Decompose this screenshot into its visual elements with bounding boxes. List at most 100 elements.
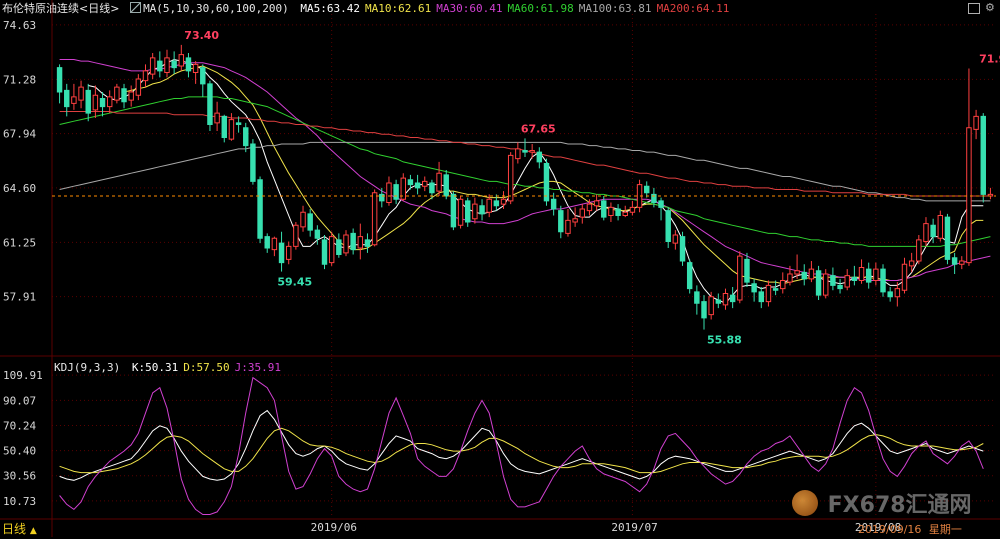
candle-body bbox=[658, 200, 664, 208]
price-annotation: 59.45 bbox=[277, 276, 312, 289]
candle-body bbox=[973, 115, 979, 130]
ma-line-ma5 bbox=[88, 58, 984, 304]
candle-body bbox=[772, 288, 779, 291]
month-tick-label: 2019/07 bbox=[611, 521, 657, 534]
candle-body bbox=[543, 163, 550, 202]
candle-body bbox=[536, 151, 543, 163]
candle-body bbox=[579, 208, 586, 218]
candle-body bbox=[149, 57, 156, 75]
watermark-logo-icon bbox=[792, 490, 818, 516]
kdj-tick-label: 90.07 bbox=[3, 394, 36, 407]
candle-body bbox=[422, 180, 428, 187]
candle-body bbox=[851, 276, 858, 281]
period-button-label: 日线 bbox=[2, 522, 27, 536]
candle-body bbox=[873, 268, 879, 281]
period-button[interactable]: 日线 ▲ bbox=[0, 521, 37, 537]
kdj-tick-label: 109.91 bbox=[3, 369, 43, 382]
candle-body bbox=[221, 115, 227, 138]
candle-body bbox=[128, 91, 134, 101]
candle-body bbox=[808, 268, 815, 280]
footer-weekday: 星期一 bbox=[928, 523, 962, 536]
candle-body bbox=[264, 236, 270, 249]
candle-body bbox=[214, 112, 220, 124]
candle-body bbox=[751, 283, 757, 293]
candle-body bbox=[758, 291, 765, 303]
candle-body bbox=[629, 206, 636, 213]
candle-body bbox=[472, 203, 478, 220]
candle-body bbox=[436, 172, 442, 192]
candle-body bbox=[901, 263, 908, 291]
candle-body bbox=[228, 119, 235, 140]
candle-body bbox=[801, 271, 807, 280]
candle-body bbox=[930, 224, 936, 238]
candle-body bbox=[157, 60, 163, 72]
candle-body bbox=[522, 150, 528, 153]
candle-body bbox=[207, 83, 213, 125]
candle-body bbox=[371, 192, 378, 246]
candle-body bbox=[135, 78, 142, 96]
kdj-tick-label: 50.40 bbox=[3, 445, 36, 458]
candle-body bbox=[99, 98, 106, 108]
candle-body bbox=[106, 96, 113, 108]
candle-body bbox=[486, 198, 492, 213]
price-annotation: 71.95 bbox=[979, 52, 1000, 65]
price-tick-label: 67.94 bbox=[3, 128, 36, 141]
candle-body bbox=[837, 284, 843, 290]
candle-body bbox=[729, 294, 736, 303]
candle-body bbox=[880, 268, 886, 293]
candle-body bbox=[701, 301, 707, 319]
kdj-tick-label: 70.24 bbox=[3, 419, 36, 432]
candle-body bbox=[192, 63, 199, 73]
candle-body bbox=[708, 296, 714, 316]
candle-body bbox=[271, 237, 278, 251]
candle-body bbox=[916, 239, 922, 262]
candle-body bbox=[321, 239, 328, 265]
candle-body bbox=[464, 200, 471, 223]
candle-body bbox=[858, 267, 865, 281]
candle-body bbox=[257, 179, 263, 239]
candle-body bbox=[293, 224, 299, 247]
candle-body bbox=[722, 293, 729, 306]
kdj-tick-label: 10.73 bbox=[3, 495, 36, 508]
candle-body bbox=[429, 182, 435, 194]
candle-body bbox=[823, 273, 829, 296]
candle-body bbox=[443, 174, 449, 197]
price-tick-label: 64.60 bbox=[3, 182, 36, 195]
candle-body bbox=[336, 239, 342, 255]
candle-body bbox=[457, 198, 464, 226]
candle-body bbox=[601, 200, 607, 218]
triangle-up-icon: ▲ bbox=[29, 526, 37, 536]
price-tick-label: 71.28 bbox=[3, 73, 36, 86]
candle-body bbox=[679, 236, 686, 262]
candle-body bbox=[314, 229, 321, 239]
candle-body bbox=[558, 210, 564, 233]
candle-body bbox=[64, 89, 70, 108]
candle-body bbox=[178, 54, 185, 67]
candle-body bbox=[200, 67, 206, 85]
candle-body bbox=[515, 148, 521, 160]
watermark-text: FX678汇通网 bbox=[827, 493, 972, 518]
candle-body bbox=[830, 275, 836, 286]
chart-window: 布伦特原油连续<日线> MA(5,10,30,60,100,200) MA5:6… bbox=[0, 0, 1000, 537]
footer-date-value: 2019/09/16 bbox=[858, 523, 922, 536]
candle-body bbox=[142, 70, 149, 82]
price-annotation: 73.40 bbox=[184, 29, 219, 42]
kdj-line-k bbox=[59, 409, 984, 481]
candle-body bbox=[644, 185, 650, 194]
candle-body bbox=[529, 150, 535, 153]
candle-body bbox=[572, 218, 578, 223]
candle-body bbox=[615, 208, 621, 216]
price-tick-label: 57.91 bbox=[3, 291, 36, 304]
candle-body bbox=[479, 205, 485, 215]
candle-body bbox=[121, 88, 127, 103]
candle-body bbox=[500, 198, 507, 205]
candle-body bbox=[844, 275, 850, 288]
price-chart: 74.63 71.28 67.94 64.60 61.25 57.91 109.91 90.0… bbox=[0, 0, 1000, 537]
watermark: FX678汇通网 bbox=[792, 487, 972, 518]
candle-body bbox=[865, 268, 872, 283]
price-annotation: 55.88 bbox=[707, 334, 742, 347]
ma-line-ma30 bbox=[59, 59, 991, 281]
candle-body bbox=[694, 291, 700, 304]
candle-body bbox=[894, 288, 901, 298]
candle-body bbox=[171, 60, 177, 69]
